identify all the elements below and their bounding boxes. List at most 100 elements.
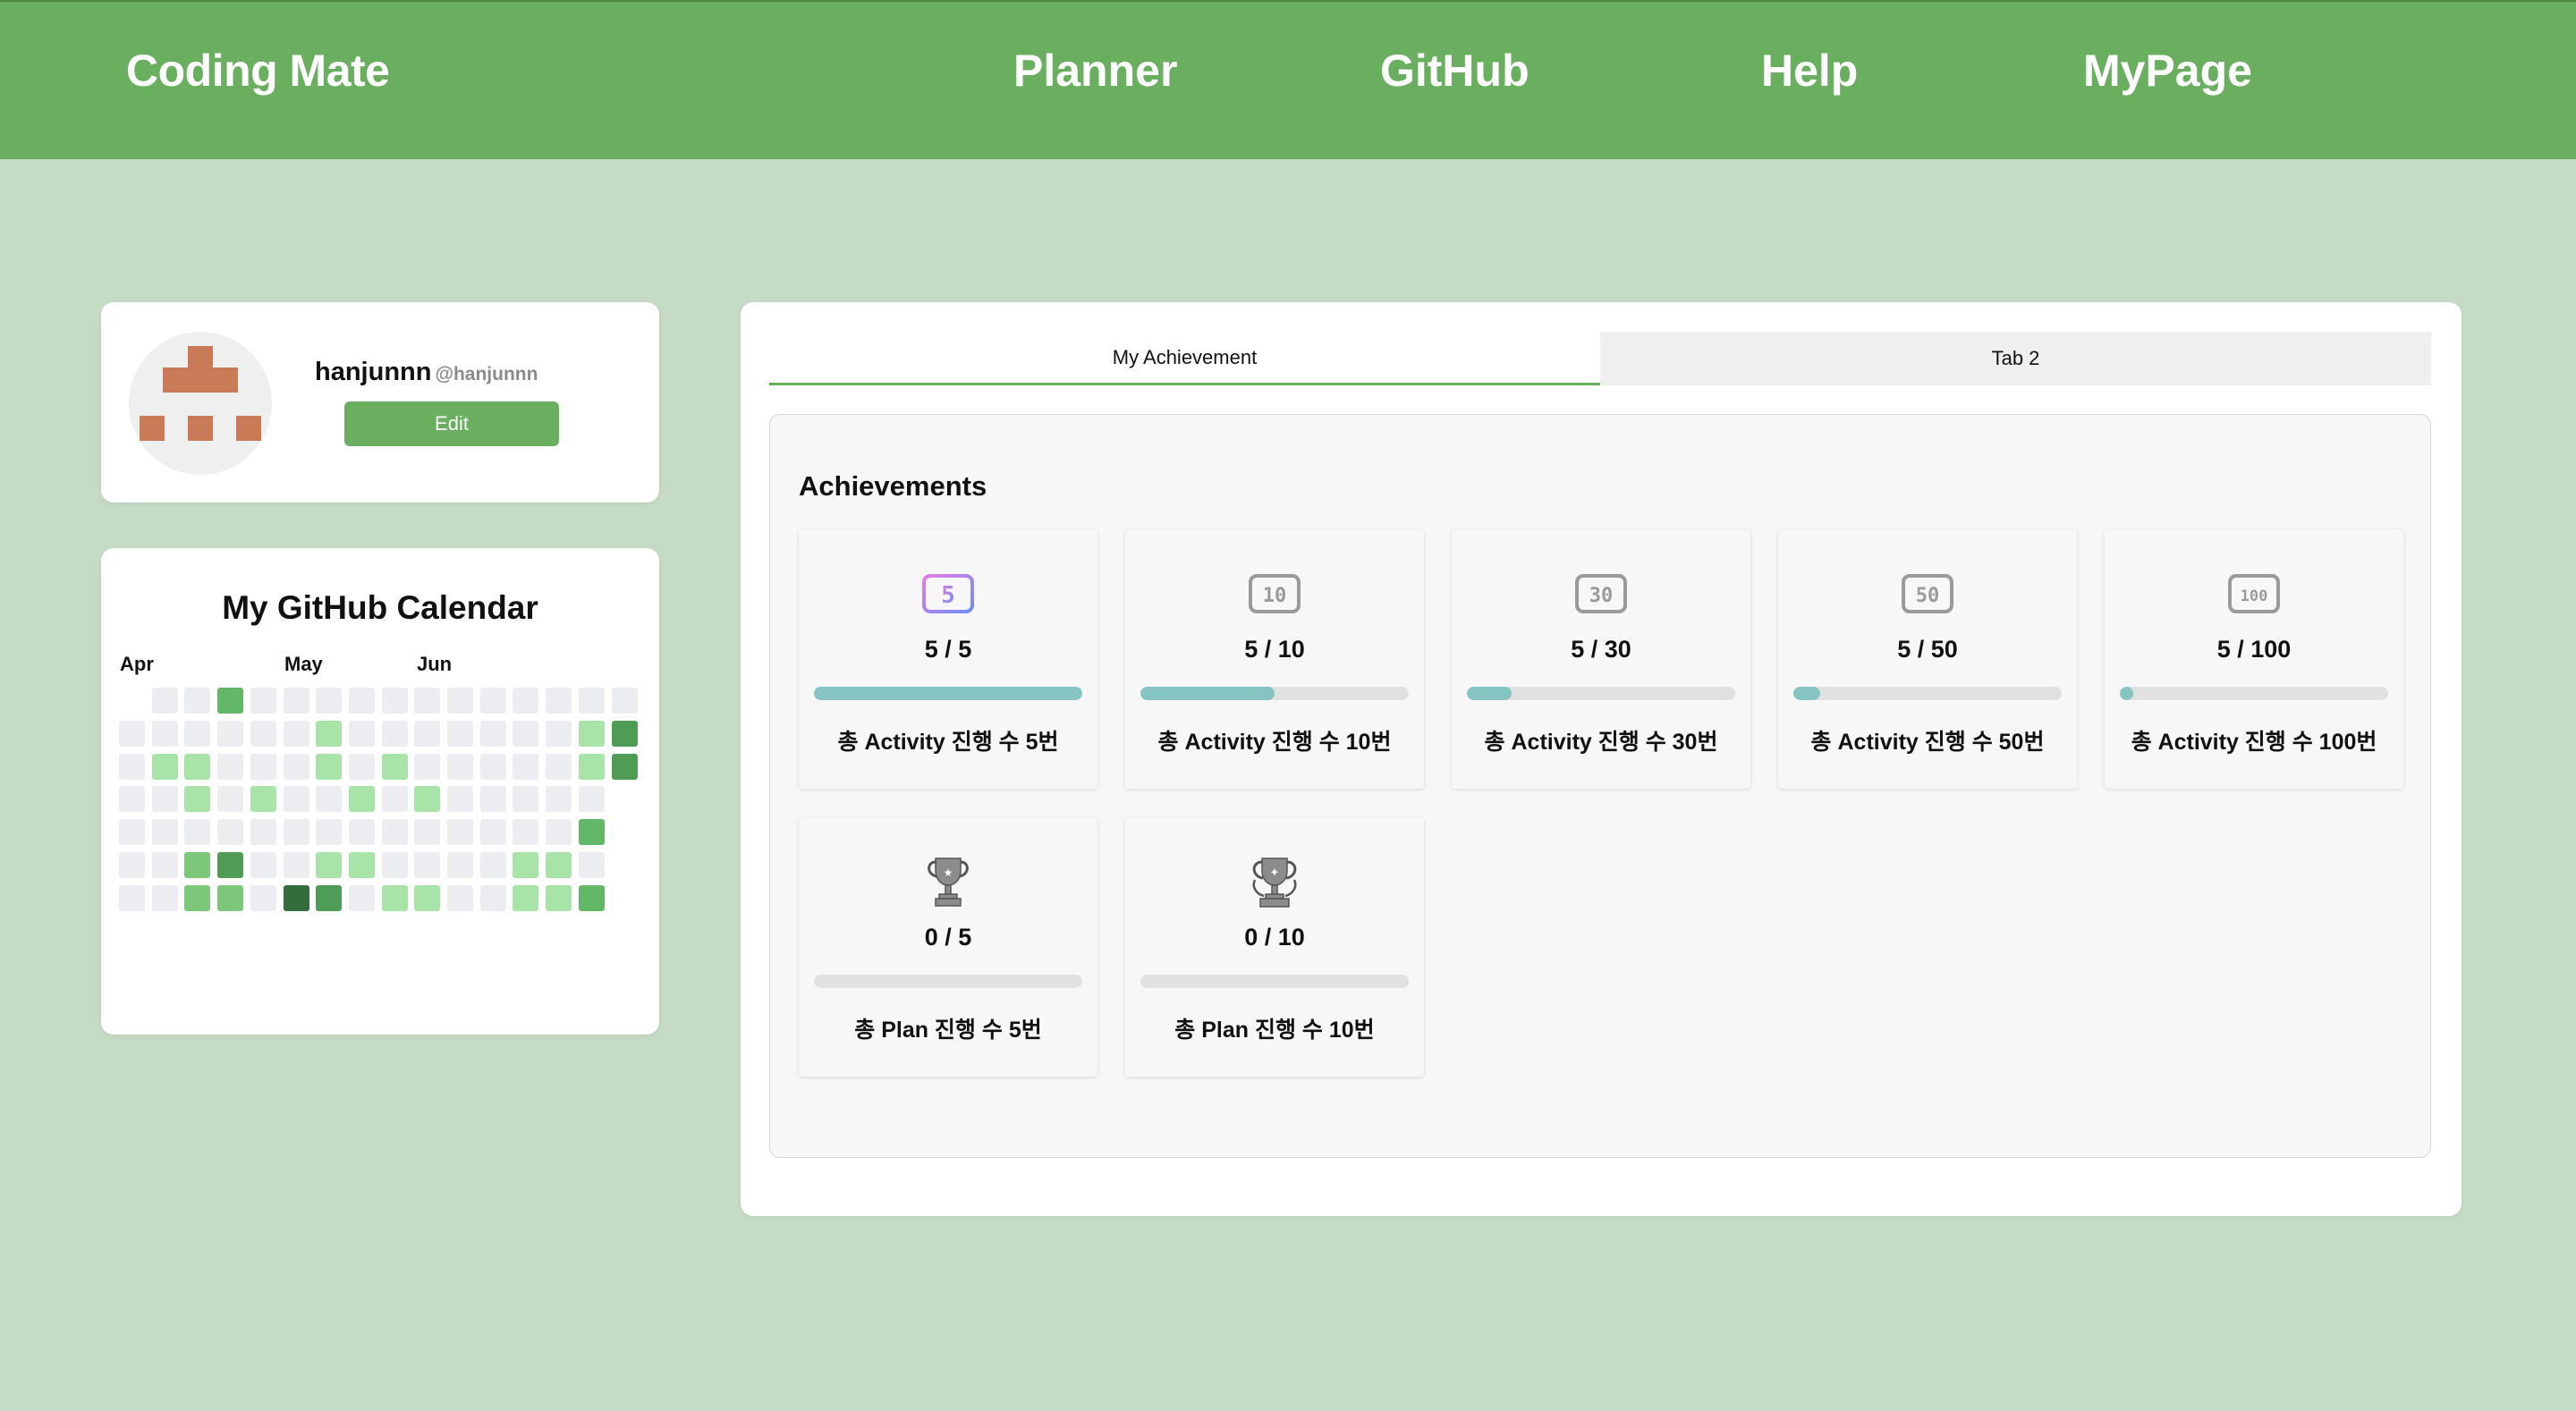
- contribution-cell[interactable]: [348, 688, 375, 714]
- contribution-cell[interactable]: [513, 852, 539, 878]
- contribution-cell[interactable]: [513, 753, 539, 780]
- contribution-cell[interactable]: [611, 688, 638, 714]
- nav-help[interactable]: Help: [1761, 45, 1858, 97]
- contribution-cell[interactable]: [447, 786, 473, 813]
- contribution-cell[interactable]: [414, 852, 441, 878]
- contribution-cell[interactable]: [250, 720, 276, 747]
- contribution-cell[interactable]: [447, 819, 473, 846]
- contribution-cell[interactable]: [283, 786, 309, 813]
- contribution-cell[interactable]: [546, 688, 572, 714]
- contribution-cell[interactable]: [348, 819, 375, 846]
- contribution-cell[interactable]: [283, 884, 309, 911]
- contribution-cell[interactable]: [546, 720, 572, 747]
- contribution-cell[interactable]: [348, 884, 375, 911]
- contribution-cell[interactable]: [348, 753, 375, 780]
- nav-github[interactable]: GitHub: [1380, 45, 1530, 97]
- contribution-cell[interactable]: [184, 884, 211, 911]
- brand-logo-text[interactable]: Coding Mate: [126, 45, 390, 97]
- contribution-cell[interactable]: [479, 753, 506, 780]
- contribution-cell[interactable]: [447, 884, 473, 911]
- contribution-cell[interactable]: [414, 720, 441, 747]
- contribution-cell[interactable]: [479, 720, 506, 747]
- contribution-cell[interactable]: [184, 688, 211, 714]
- contribution-cell[interactable]: [447, 852, 473, 878]
- contribution-cell[interactable]: [578, 688, 605, 714]
- contribution-cell[interactable]: [513, 884, 539, 911]
- contribution-cell[interactable]: [578, 884, 605, 911]
- contribution-cell[interactable]: [316, 688, 343, 714]
- contribution-cell[interactable]: [381, 753, 408, 780]
- contribution-cell[interactable]: [217, 852, 244, 878]
- contribution-cell[interactable]: [250, 753, 276, 780]
- contribution-cell[interactable]: [151, 786, 178, 813]
- contribution-cell[interactable]: [447, 688, 473, 714]
- contribution-cell[interactable]: [414, 753, 441, 780]
- contribution-cell[interactable]: [479, 852, 506, 878]
- contribution-cell[interactable]: [151, 753, 178, 780]
- contribution-cell[interactable]: [578, 786, 605, 813]
- contribution-cell[interactable]: [546, 819, 572, 846]
- contribution-cell[interactable]: [414, 884, 441, 911]
- contribution-cell[interactable]: [283, 688, 309, 714]
- contribution-cell[interactable]: [447, 753, 473, 780]
- contribution-cell[interactable]: [119, 753, 145, 780]
- contribution-cell[interactable]: [184, 852, 211, 878]
- contribution-cell[interactable]: [479, 786, 506, 813]
- contribution-cell[interactable]: [316, 852, 343, 878]
- contribution-cell[interactable]: [546, 852, 572, 878]
- contribution-cell[interactable]: [479, 884, 506, 911]
- contribution-cell[interactable]: [513, 786, 539, 813]
- contribution-cell[interactable]: [479, 819, 506, 846]
- contribution-cell[interactable]: [414, 786, 441, 813]
- contribution-cell[interactable]: [578, 720, 605, 747]
- contribution-cell[interactable]: [381, 720, 408, 747]
- contribution-cell[interactable]: [348, 720, 375, 747]
- contribution-cell[interactable]: [151, 688, 178, 714]
- contribution-cell[interactable]: [316, 720, 343, 747]
- contribution-cell[interactable]: [381, 884, 408, 911]
- contribution-cell[interactable]: [283, 852, 309, 878]
- contribution-cell[interactable]: [283, 819, 309, 846]
- contribution-cell[interactable]: [217, 819, 244, 846]
- contribution-cell[interactable]: [119, 819, 145, 846]
- contribution-cell[interactable]: [447, 720, 473, 747]
- tab-my-achievement[interactable]: My Achievement: [769, 332, 1600, 385]
- contribution-cell[interactable]: [316, 753, 343, 780]
- contribution-cell[interactable]: [316, 884, 343, 911]
- contribution-cell[interactable]: [217, 720, 244, 747]
- contribution-cell[interactable]: [151, 819, 178, 846]
- contribution-cell[interactable]: [217, 688, 244, 714]
- contribution-cell[interactable]: [414, 819, 441, 846]
- contribution-cell[interactable]: [217, 753, 244, 780]
- contribution-cell[interactable]: [578, 753, 605, 780]
- contribution-cell[interactable]: [119, 786, 145, 813]
- contribution-cell[interactable]: [217, 884, 244, 911]
- contribution-cell[interactable]: [479, 688, 506, 714]
- contribution-cell[interactable]: [250, 819, 276, 846]
- contribution-cell[interactable]: [348, 852, 375, 878]
- contribution-cell[interactable]: [151, 884, 178, 911]
- contribution-cell[interactable]: [119, 852, 145, 878]
- contribution-cell[interactable]: [578, 819, 605, 846]
- contribution-cell[interactable]: [578, 852, 605, 878]
- contribution-cell[interactable]: [316, 786, 343, 813]
- contribution-cell[interactable]: [381, 688, 408, 714]
- contribution-cell[interactable]: [151, 720, 178, 747]
- tab-2[interactable]: Tab 2: [1600, 332, 2431, 385]
- contribution-cell[interactable]: [381, 819, 408, 846]
- contribution-cell[interactable]: [381, 786, 408, 813]
- contribution-cell[interactable]: [381, 852, 408, 878]
- contribution-cell[interactable]: [184, 720, 211, 747]
- contribution-cell[interactable]: [217, 786, 244, 813]
- contribution-cell[interactable]: [250, 786, 276, 813]
- contribution-cell[interactable]: [250, 688, 276, 714]
- contribution-cell[interactable]: [611, 720, 638, 747]
- contribution-cell[interactable]: [513, 819, 539, 846]
- nav-planner[interactable]: Planner: [1013, 45, 1177, 97]
- contribution-cell[interactable]: [546, 786, 572, 813]
- contribution-cell[interactable]: [184, 786, 211, 813]
- contribution-cell[interactable]: [348, 786, 375, 813]
- contribution-cell[interactable]: [151, 852, 178, 878]
- contribution-cell[interactable]: [316, 819, 343, 846]
- contribution-cell[interactable]: [119, 884, 145, 911]
